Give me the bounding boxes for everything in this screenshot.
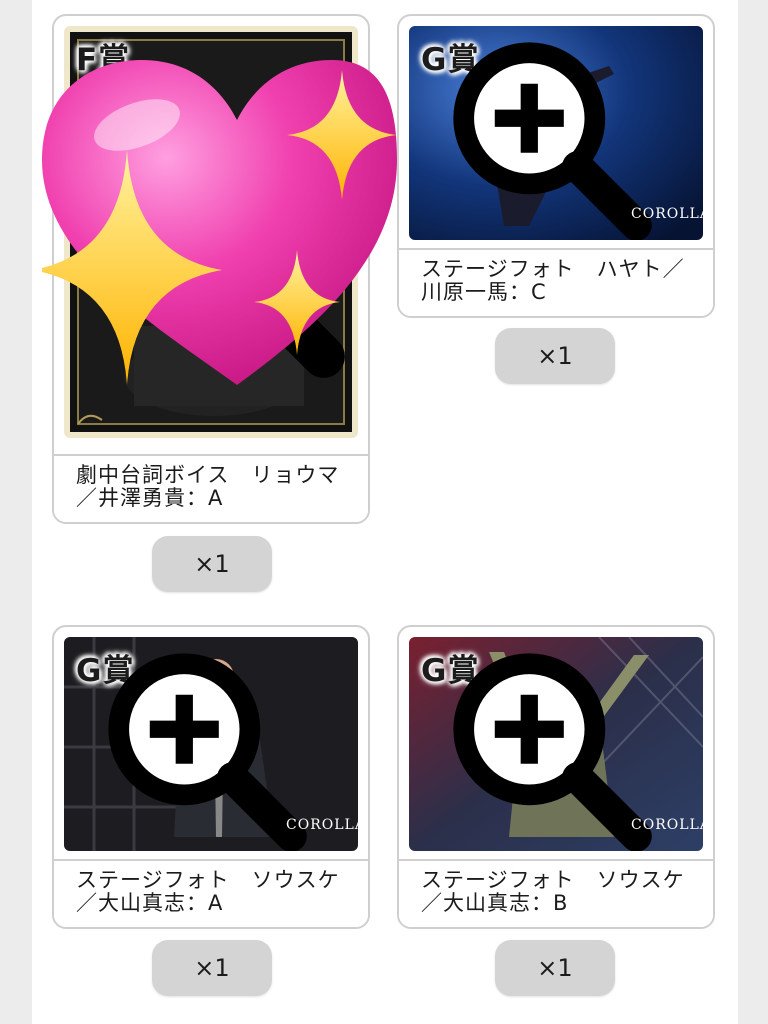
quantity-badge: ×1	[495, 328, 615, 384]
zoom-in-icon[interactable]	[64, 32, 352, 438]
prize-card-g-3[interactable]: G賞 COROLLA ステージフォト ソウスケ／大山真志：B	[397, 625, 715, 929]
prize-name: ステージフォト ハヤト／川原一馬：C	[399, 248, 713, 316]
quantity-badge: ×1	[152, 536, 272, 592]
prize-card-g-1[interactable]: G賞 COROLLA ステージフォト ハヤト／川原一馬：C	[397, 14, 715, 318]
quantity-badge: ×1	[495, 940, 615, 996]
corolla-logo: COROLLA	[286, 817, 358, 833]
prize-image[interactable]: F賞	[64, 26, 358, 438]
prize-image[interactable]: G賞 COROLLA	[409, 637, 703, 851]
corolla-logo: COROLLA	[631, 206, 703, 222]
prize-name: 劇中台詞ボイス リョウマ／井澤勇貴：A	[54, 454, 368, 522]
prize-image[interactable]: G賞 COROLLA	[64, 637, 358, 851]
prize-image[interactable]: G賞 COROLLA	[409, 26, 703, 240]
prize-card-f[interactable]: F賞 劇中台詞ボイス リョウマ／井澤勇貴：A	[52, 14, 370, 524]
quantity-badge: ×1	[152, 940, 272, 996]
prize-list-panel: F賞 劇中台詞ボイス リョウマ／井澤勇貴：A ×1 G賞 COROLLA ステー…	[32, 0, 738, 1024]
prize-card-g-2[interactable]: G賞 COROLLA ステージフォト ソウスケ／大山真志：A	[52, 625, 370, 929]
corolla-logo: COROLLA	[631, 817, 703, 833]
prize-name: ステージフォト ソウスケ／大山真志：A	[54, 859, 368, 927]
prize-name: ステージフォト ソウスケ／大山真志：B	[399, 859, 713, 927]
